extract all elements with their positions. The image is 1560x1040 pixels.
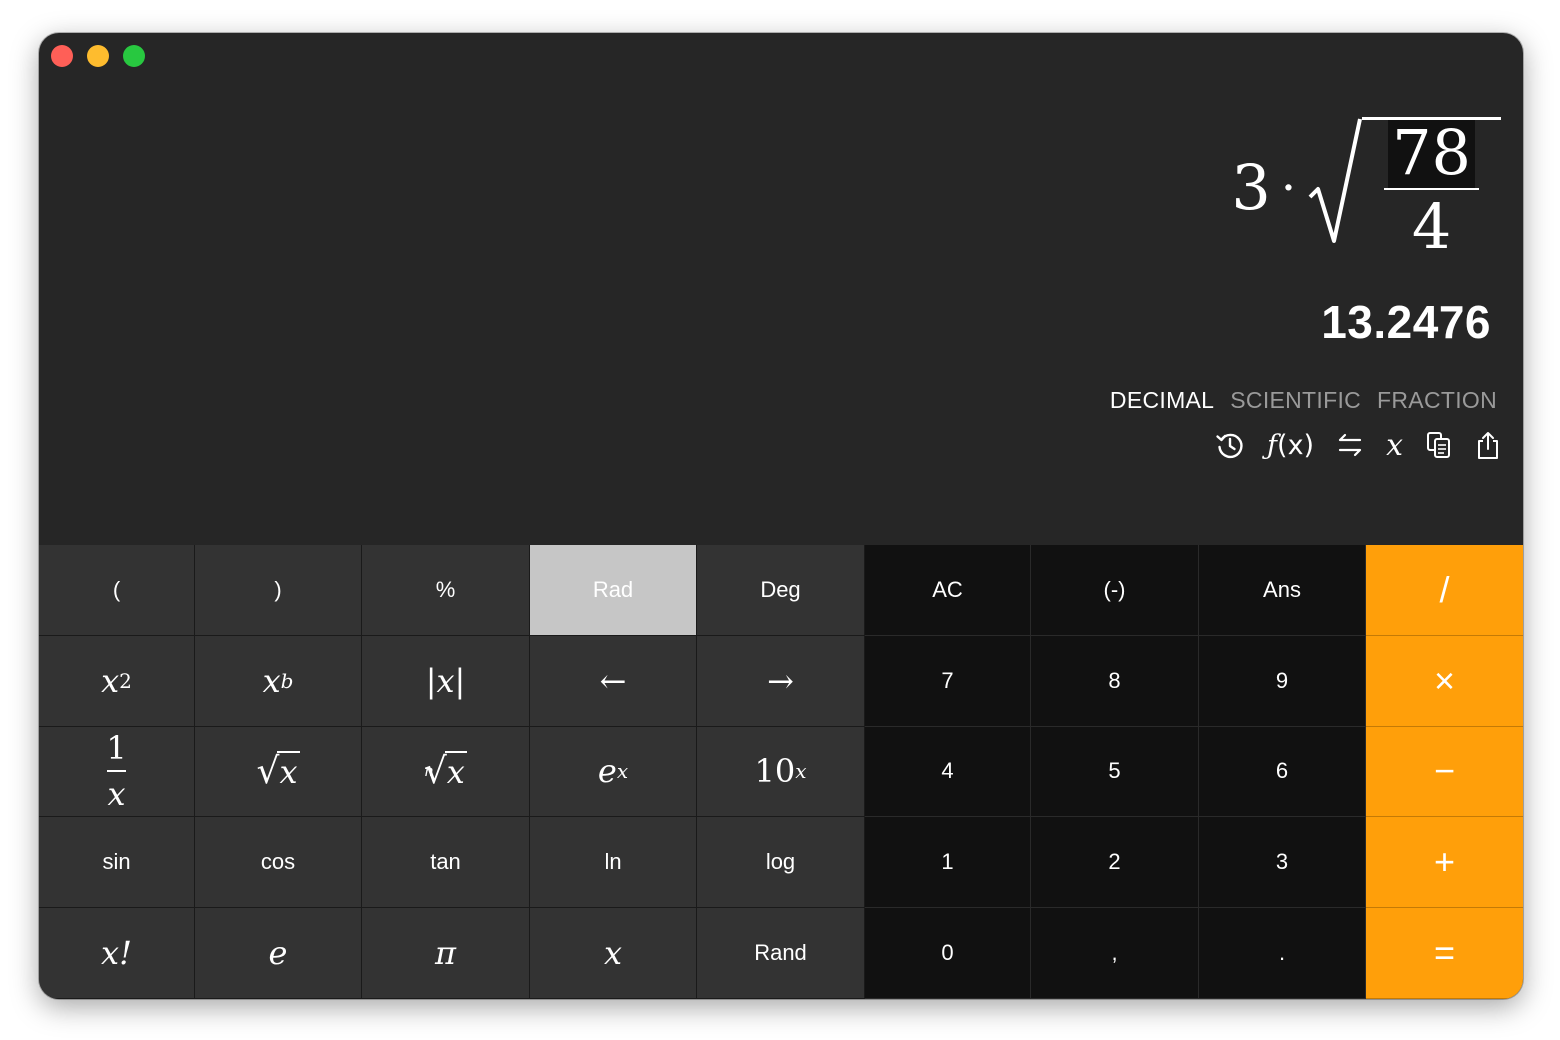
- reciprocal-fraction: 1 x: [106, 732, 126, 810]
- mode-scientific[interactable]: SCIENTIFIC: [1230, 387, 1361, 414]
- reciprocal-denominator: x: [107, 770, 126, 810]
- square-key[interactable]: x2: [39, 635, 195, 727]
- calculator-display: 3 · 78 4 13.2476 DECIMAL SCIENTIFIC FRAC…: [39, 33, 1523, 545]
- square-root-key[interactable]: √ x: [195, 726, 362, 818]
- exp-base: e: [597, 752, 617, 791]
- digit-6-key[interactable]: 6: [1199, 726, 1366, 818]
- exp-exponent: x: [616, 759, 629, 784]
- expression-numerator: 78: [1388, 120, 1475, 188]
- digit-5-key[interactable]: 5: [1031, 726, 1199, 818]
- digit-0-key[interactable]: 0: [865, 908, 1031, 999]
- ten-power-exponent: x: [795, 759, 807, 784]
- digit-7-key[interactable]: 7: [865, 635, 1031, 727]
- close-paren-key[interactable]: ): [195, 545, 362, 636]
- share-icon: [1478, 432, 1498, 459]
- ten-power-base: 10: [754, 752, 796, 791]
- ten-power-key[interactable]: 10 x: [697, 726, 865, 818]
- cursor-right-key[interactable]: →: [697, 635, 865, 727]
- tan-key[interactable]: tan: [362, 817, 530, 909]
- expression-fraction: 78 4: [1384, 120, 1479, 258]
- function-glyph: ƒ: [1267, 429, 1278, 461]
- add-key[interactable]: +: [1366, 817, 1523, 909]
- nth-root-key[interactable]: n √ x: [362, 726, 530, 818]
- nth-root-operand: x: [444, 751, 467, 792]
- digit-9-key[interactable]: 9: [1199, 635, 1366, 727]
- radical-sign-icon: [1308, 118, 1363, 243]
- cursor-left-key[interactable]: ←: [530, 635, 697, 727]
- history-button[interactable]: [1215, 427, 1245, 463]
- reciprocal-key[interactable]: 1 x: [39, 726, 195, 818]
- cos-key[interactable]: cos: [195, 817, 362, 909]
- log-key[interactable]: log: [697, 817, 865, 909]
- square-base: x: [101, 661, 120, 700]
- expression-multiplier: 3: [1231, 151, 1271, 224]
- subtract-key[interactable]: −: [1366, 726, 1523, 818]
- mode-decimal[interactable]: DECIMAL: [1110, 387, 1214, 414]
- expression-square-root: 78 4: [1308, 117, 1501, 258]
- calculator-window: 3 · 78 4 13.2476 DECIMAL SCIENTIFIC FRAC…: [39, 33, 1523, 999]
- answer-key[interactable]: Ans: [1199, 545, 1366, 636]
- ln-key[interactable]: ln: [530, 817, 697, 909]
- copy-button[interactable]: [1425, 427, 1453, 463]
- deg-key[interactable]: Deg: [697, 545, 865, 636]
- square-root-icon: √: [256, 750, 280, 792]
- expression-denominator: 4: [1384, 188, 1479, 258]
- digit-3-key[interactable]: 3: [1199, 817, 1366, 909]
- negate-key[interactable]: (-): [1031, 545, 1199, 636]
- rad-key[interactable]: Rad: [530, 545, 697, 636]
- convert-arrows-icon: [1338, 433, 1362, 457]
- radicand: 78 4: [1362, 117, 1501, 258]
- nth-root-icon: √: [423, 750, 447, 792]
- percent-key[interactable]: %: [362, 545, 530, 636]
- keypad: ( ) % Rad Deg AC (-) Ans / x2 xb |x| ← →…: [39, 545, 1523, 999]
- open-paren-key[interactable]: (: [39, 545, 195, 636]
- digit-1-key[interactable]: 1: [865, 817, 1031, 909]
- expression-dot-operator: ·: [1280, 159, 1297, 216]
- factorial-key[interactable]: x!: [39, 908, 195, 999]
- function-label: (x): [1277, 429, 1315, 461]
- random-key[interactable]: Rand: [697, 908, 865, 999]
- digit-2-key[interactable]: 2: [1031, 817, 1199, 909]
- equals-key[interactable]: =: [1366, 908, 1523, 999]
- share-button[interactable]: [1475, 427, 1501, 463]
- convert-button[interactable]: [1336, 427, 1364, 463]
- digit-8-key[interactable]: 8: [1031, 635, 1199, 727]
- display-toolbar: ƒ (x) x: [1215, 427, 1501, 463]
- exp-key[interactable]: ex: [530, 726, 697, 818]
- expression-display: 3 · 78 4: [1231, 117, 1501, 258]
- decimal-point-key[interactable]: .: [1199, 908, 1366, 999]
- result-format-modes: DECIMAL SCIENTIFIC FRACTION: [1110, 387, 1497, 414]
- mode-fraction[interactable]: FRACTION: [1377, 387, 1497, 414]
- reciprocal-numerator: 1: [106, 729, 127, 768]
- power-exponent: b: [280, 668, 294, 693]
- all-clear-key[interactable]: AC: [865, 545, 1031, 636]
- result-value: 13.2476: [1321, 296, 1491, 348]
- copy-icon: [1427, 432, 1450, 458]
- multiply-key[interactable]: ×: [1366, 635, 1523, 727]
- square-exponent: 2: [119, 668, 132, 693]
- absolute-value-key[interactable]: |x|: [362, 635, 530, 727]
- euler-constant-key[interactable]: e: [195, 908, 362, 999]
- square-root-operand: x: [277, 751, 300, 792]
- comma-key[interactable]: ,: [1031, 908, 1199, 999]
- power-key[interactable]: xb: [195, 635, 362, 727]
- divide-key[interactable]: /: [1366, 545, 1523, 636]
- variable-button[interactable]: x: [1386, 427, 1403, 463]
- pi-key[interactable]: π: [362, 908, 530, 999]
- sin-key[interactable]: sin: [39, 817, 195, 909]
- history-icon: [1216, 433, 1243, 459]
- power-base: x: [262, 661, 281, 700]
- function-button[interactable]: ƒ (x): [1267, 427, 1314, 463]
- digit-4-key[interactable]: 4: [865, 726, 1031, 818]
- variable-x-key[interactable]: x: [530, 908, 697, 999]
